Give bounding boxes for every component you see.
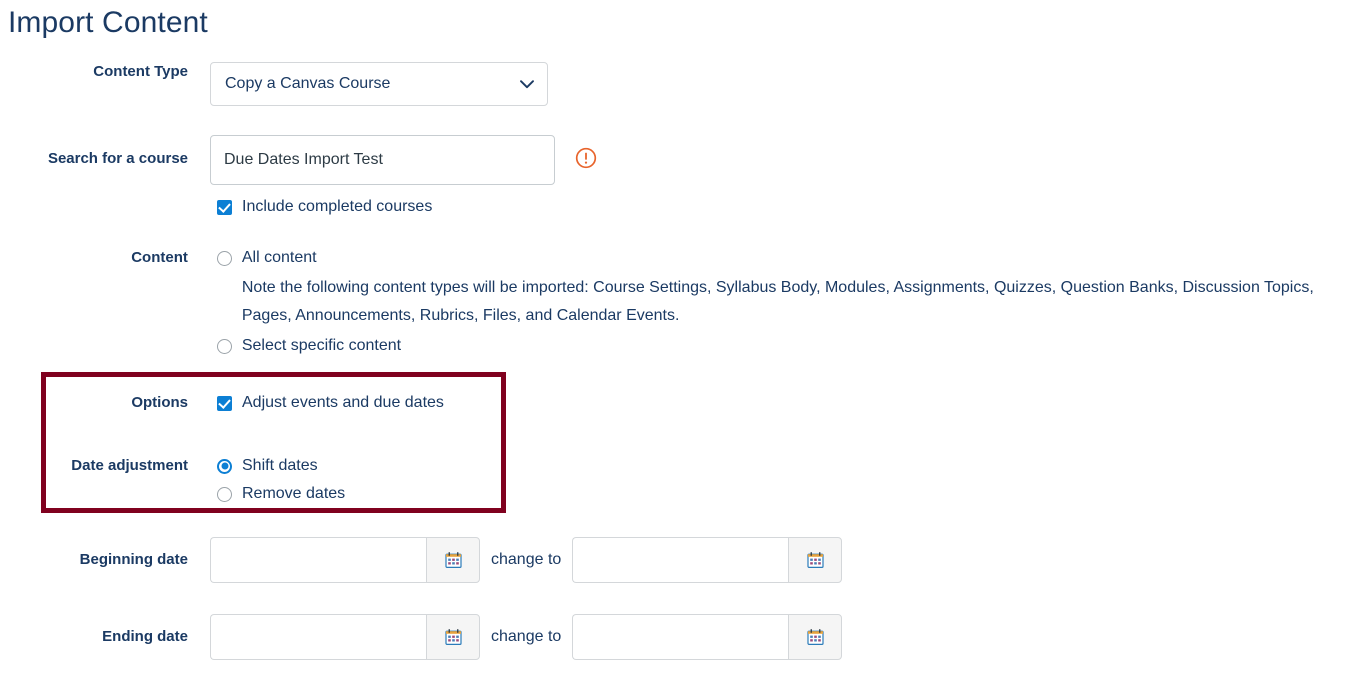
shift-dates-label: Shift dates [242, 457, 318, 474]
date-adjustment-label: Date adjustment [71, 457, 188, 474]
content-label: Content [131, 249, 188, 266]
remove-dates-label: Remove dates [242, 485, 346, 502]
adjust-dates-row[interactable]: Adjust events and due dates [217, 393, 444, 413]
calendar-icon[interactable] [788, 614, 843, 660]
all-content-radio[interactable] [216, 250, 232, 266]
warning-circle-icon [575, 147, 597, 169]
content-type-row: Content Type Copy a Canvas Course [0, 62, 548, 106]
beginning-date-to-input[interactable] [572, 537, 789, 583]
content-row: Content All content Note the following c… [0, 248, 1366, 356]
date-adjustment-row: Date adjustment Shift dates Remove dates [0, 456, 345, 504]
ending-date-label: Ending date [102, 628, 188, 645]
search-course-label: Search for a course [47, 150, 188, 167]
calendar-icon[interactable] [426, 614, 480, 660]
remove-dates-radio[interactable] [217, 486, 232, 502]
ending-date-to-input[interactable] [572, 614, 789, 660]
chevron-down-icon [520, 77, 534, 91]
ending-date-change-to-label: change to [491, 628, 562, 645]
beginning-date-to-combo[interactable] [572, 537, 843, 583]
ending-date-to-combo[interactable] [572, 614, 843, 660]
all-content-label: All content [241, 249, 317, 266]
adjust-events-and-due-dates-checkbox[interactable] [217, 395, 232, 411]
ending-date-row: Ending date change to [0, 614, 843, 660]
page-title: Import Content [8, 6, 208, 39]
content-option-select-specific[interactable]: Select specific content [216, 336, 1366, 356]
options-label: Options [131, 394, 188, 411]
date-adjustment-option-shift[interactable]: Shift dates [217, 456, 345, 476]
include-completed-courses-label: Include completed courses [242, 198, 433, 215]
content-note-text: Note the following content types will be… [241, 279, 1314, 324]
beginning-date-change-to-label: change to [491, 551, 562, 568]
search-course-row: Search for a course Due Dates Import Tes… [0, 135, 597, 217]
ending-date-from-combo[interactable] [210, 614, 480, 660]
adjust-events-and-due-dates-label: Adjust events and due dates [242, 394, 444, 411]
content-type-select[interactable]: Copy a Canvas Course [210, 62, 548, 106]
include-completed-courses-checkbox[interactable] [217, 199, 232, 215]
calendar-icon[interactable] [426, 537, 480, 583]
content-type-label: Content Type [93, 63, 188, 80]
content-option-all-content[interactable]: All content [216, 248, 1366, 268]
options-row: Options Adjust events and due dates [0, 393, 444, 413]
beginning-date-from-input[interactable] [210, 537, 426, 583]
shift-dates-radio[interactable] [217, 458, 232, 474]
beginning-date-from-combo[interactable] [210, 537, 480, 583]
content-type-selected-value: Copy a Canvas Course [225, 75, 391, 92]
select-specific-content-label: Select specific content [241, 337, 402, 354]
beginning-date-label: Beginning date [79, 551, 188, 568]
search-course-input[interactable]: Due Dates Import Test [210, 135, 555, 185]
select-specific-content-radio[interactable] [216, 338, 232, 354]
ending-date-from-input[interactable] [210, 614, 426, 660]
calendar-icon[interactable] [788, 537, 843, 583]
date-adjustment-option-remove[interactable]: Remove dates [217, 484, 345, 504]
import-content-page: Import Content Content Type Copy a Canva… [0, 0, 1366, 681]
include-completed-courses-row[interactable]: Include completed courses [217, 197, 555, 217]
beginning-date-row: Beginning date change to [0, 537, 843, 583]
